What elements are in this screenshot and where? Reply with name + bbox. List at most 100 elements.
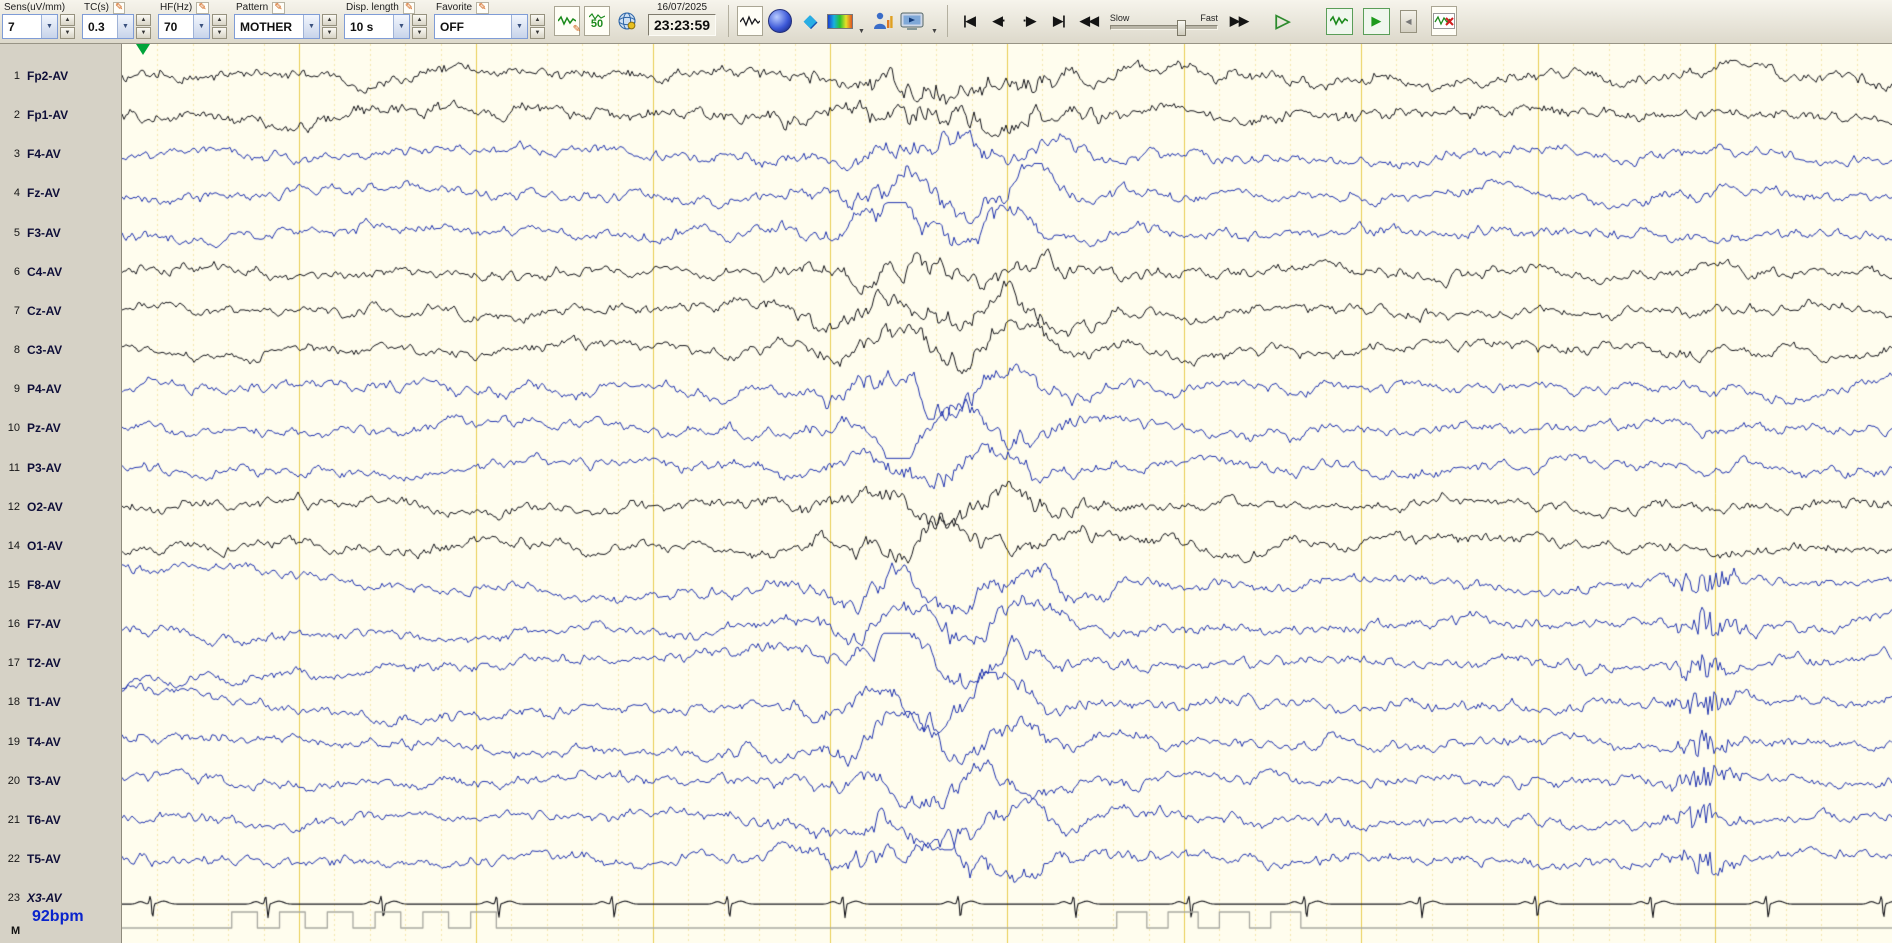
patient-report-icon[interactable] (870, 6, 896, 36)
channel-row-c3-av[interactable]: 8 C3-AV (0, 342, 122, 358)
edit-pencil-icon[interactable]: ✎ (272, 1, 285, 14)
channel-row-f3-av[interactable]: 5 F3-AV (0, 225, 122, 241)
favorite-select[interactable]: OFF ▼ (434, 14, 528, 39)
fast-forward-button[interactable]: ▶▶ (1226, 6, 1252, 36)
channel-row-p3-av[interactable]: 11 P3-AV (0, 460, 122, 476)
chevron-down-icon[interactable]: ▼ (393, 15, 409, 38)
channel-number: 6 (13, 265, 20, 278)
eeg-trace-area[interactable] (122, 44, 1892, 943)
live-waveform-icon[interactable] (1325, 7, 1353, 35)
start-recording-icon[interactable]: ▶ (1362, 7, 1390, 35)
play-button[interactable]: ▷ (1270, 6, 1296, 36)
edit-pencil-icon[interactable]: ✎ (402, 1, 416, 14)
channel-label: Cz-AV (27, 303, 62, 318)
tc-down-button[interactable]: ▼ (136, 27, 151, 39)
channel-row-o2-av[interactable]: 12 O2-AV (0, 499, 122, 515)
tc-label: TC(s) (84, 2, 109, 13)
edit-pencil-icon[interactable]: ✎ (476, 1, 489, 14)
chevron-down-icon[interactable]: ▼ (41, 15, 57, 38)
montage-globe-icon[interactable] (614, 6, 640, 36)
chevron-down-icon[interactable]: ▼ (117, 15, 133, 38)
channel-row-o1-av[interactable]: 14 O1-AV (0, 538, 122, 554)
waveform-view-icon[interactable] (737, 6, 764, 36)
chevron-down-icon[interactable]: ▼ (193, 15, 209, 38)
chevron-down-icon[interactable]: ▼ (303, 15, 319, 38)
edit-pencil-icon[interactable]: ✎ (196, 1, 209, 14)
prism-3d-icon[interactable]: ◆ (797, 6, 823, 36)
channel-number: 18 (7, 696, 20, 709)
displen-down-button[interactable]: ▼ (412, 27, 427, 39)
edit-pencil-icon[interactable]: ✎ (113, 1, 126, 14)
channel-row-t6-av[interactable]: 21 T6-AV (0, 812, 122, 828)
channel-row-c4-av[interactable]: 6 C4-AV (0, 264, 122, 280)
tc-spinner: ▲ ▼ (136, 14, 151, 39)
channel-row-t2-av[interactable]: 17 T2-AV (0, 655, 122, 671)
speed-slider-track[interactable] (1109, 19, 1218, 36)
combo-group-sens: Sens(uV/mm) 7 ▼ ▲ ▼ (2, 1, 75, 39)
channel-row-t5-av[interactable]: 22 T5-AV (0, 851, 122, 867)
favorite-down-button[interactable]: ▼ (530, 27, 545, 39)
channel-row-f4-av[interactable]: 3 F4-AV (0, 146, 122, 162)
chevron-down-icon[interactable]: ▼ (931, 28, 938, 41)
sens-down-button[interactable]: ▼ (60, 27, 75, 39)
channel-label: T1-AV (27, 695, 61, 710)
channel-number: 20 (7, 774, 20, 787)
channel-row-f7-av[interactable]: 16 F7-AV (0, 616, 122, 632)
channel-row-cz-av[interactable]: 7 Cz-AV (0, 303, 122, 319)
hf-select[interactable]: 70 ▼ (158, 14, 210, 39)
sens-select[interactable]: 7 ▼ (2, 14, 58, 39)
speed-slider-thumb[interactable] (1176, 19, 1186, 36)
channel-row-p4-av[interactable]: 9 P4-AV (0, 381, 122, 397)
heart-rate-value: 92bpm (32, 908, 84, 925)
chevron-down-icon[interactable]: ▼ (511, 15, 527, 38)
video-monitor-icon[interactable] (900, 6, 926, 36)
displen-up-button[interactable]: ▲ (412, 14, 427, 26)
play-cluster: ▷ (1268, 1, 1298, 41)
channel-label: P3-AV (27, 460, 62, 475)
pattern-down-button[interactable]: ▼ (322, 27, 337, 39)
channel-number: 3 (13, 148, 20, 161)
pattern-up-button[interactable]: ▲ (322, 14, 337, 26)
channel-row-t3-av[interactable]: 20 T3-AV (0, 773, 122, 789)
pattern-select[interactable]: MOTHER ▼ (234, 14, 320, 39)
colormap-icon[interactable] (827, 6, 854, 36)
channel-row-pz-av[interactable]: 10 Pz-AV (0, 420, 122, 436)
tc-select[interactable]: 0.3 ▼ (82, 14, 134, 39)
step-forward-button[interactable]: ·▶ (1016, 6, 1042, 36)
hf-up-button[interactable]: ▲ (212, 14, 227, 26)
step-back-button[interactable]: ◀· (986, 6, 1012, 36)
skip-to-start-button[interactable]: |◀ (956, 6, 982, 36)
brain-topography-icon[interactable] (767, 6, 793, 36)
position-marker-icon[interactable] (136, 44, 150, 55)
channel-sidebar: 92bpm M 1 Fp2-AV 2 Fp1-AV 3 F4-AV 4 Fz-AV 5 F3-AV… (0, 44, 122, 943)
eeg-review-window: Sens(uV/mm) 7 ▼ ▲ ▼ TC(s) ✎ 0.3 ▼ ▲ ▼ HF(Hz) ✎ 70 ▼ ▲ ▼ P… (0, 0, 1892, 943)
channel-label: T3-AV (27, 773, 61, 788)
slow-label: Slow (1109, 12, 1130, 23)
sens-up-button[interactable]: ▲ (60, 14, 75, 26)
channel-label: F4-AV (27, 147, 61, 162)
displen-select[interactable]: 10 s ▼ (344, 14, 410, 39)
hf-down-button[interactable]: ▼ (212, 27, 227, 39)
collapse-toolbar-button[interactable]: ◀ (1399, 9, 1417, 33)
favorite-up-button[interactable]: ▲ (530, 14, 545, 26)
annotation-wave-icon[interactable]: ✎ (554, 6, 581, 36)
channel-row-x3-av[interactable]: 23 X3-AV (0, 890, 122, 906)
channel-row-fp2-av[interactable]: 1 Fp2-AV (0, 68, 122, 84)
channel-row-t1-av[interactable]: 18 T1-AV (0, 694, 122, 710)
channel-label: O2-AV (27, 499, 63, 514)
channel-row-f8-av[interactable]: 15 F8-AV (0, 577, 122, 593)
notch-filter-50-icon[interactable]: 50 (584, 6, 610, 36)
toolbar-separator (728, 5, 730, 37)
rewind-button[interactable]: ◀◀ (1076, 6, 1102, 36)
chevron-down-icon[interactable]: ▼ (858, 28, 865, 41)
channel-row-fz-av[interactable]: 4 Fz-AV (0, 185, 122, 201)
channel-number: 21 (7, 813, 20, 826)
channel-row-fp1-av[interactable]: 2 Fp1-AV (0, 107, 122, 123)
skip-to-end-button[interactable]: ▶| (1046, 6, 1072, 36)
channel-label: O1-AV (27, 538, 63, 553)
combo-group-favorite: Favorite ✎ OFF ▼ ▲ ▼ (434, 1, 545, 39)
fast-label: Fast (1200, 12, 1218, 23)
tc-up-button[interactable]: ▲ (136, 14, 151, 26)
channel-row-t4-av[interactable]: 19 T4-AV (0, 734, 122, 750)
close-review-icon[interactable] (1430, 6, 1457, 36)
